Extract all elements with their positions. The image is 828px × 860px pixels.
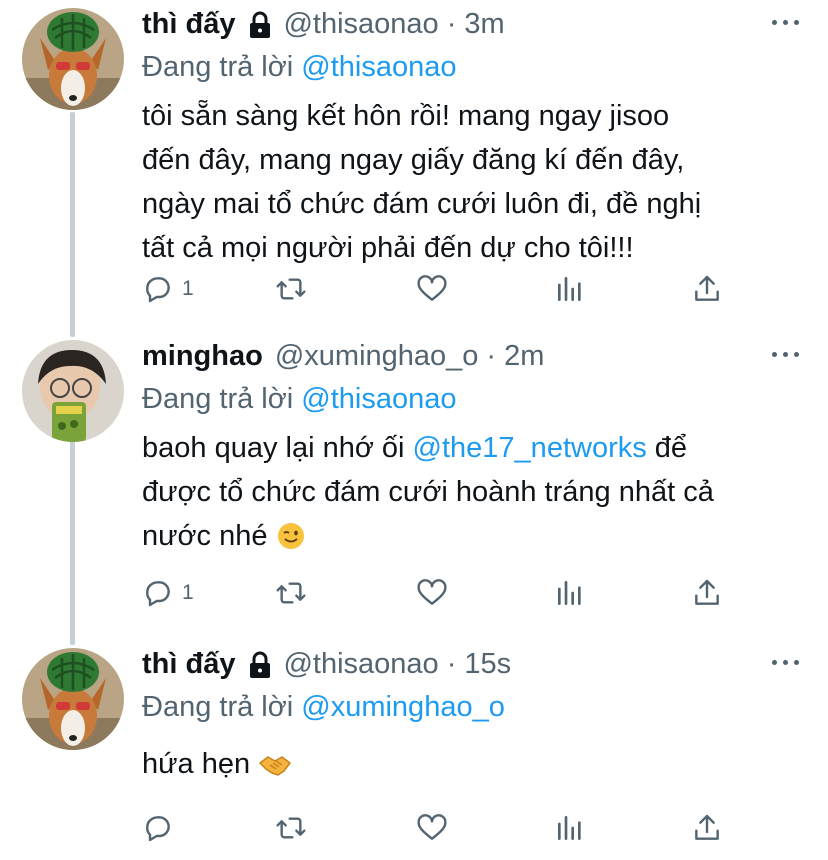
timestamp[interactable]: 3m: [464, 8, 504, 41]
reply-icon: [146, 816, 170, 842]
tweet[interactable]: thì đấy @thisaonao · 3m Đang trả lời @th…: [0, 8, 828, 318]
replying-to-label: Đang trả lời: [142, 51, 294, 83]
tweet-header: thì đấy @thisaonao · 15s: [142, 648, 511, 681]
replying-to-label: Đang trả lời: [142, 691, 294, 723]
handle[interactable]: @thisaonao: [283, 8, 438, 41]
tweet-header: thì đấy @thisaonao · 3m: [142, 8, 505, 41]
share-icon: [695, 275, 719, 301]
separator: ·: [446, 8, 457, 40]
like-button[interactable]: [416, 577, 448, 609]
retweet-button[interactable]: [275, 812, 307, 844]
retweet-icon: [276, 817, 306, 839]
replying-to-mention[interactable]: @thisaonao: [301, 51, 456, 83]
display-name[interactable]: thì đấy: [142, 648, 235, 681]
reply-count: 1: [182, 277, 194, 300]
tweet-text-line: tất cả mọi người phải đến dự cho tôi!!!: [142, 232, 634, 264]
replying-to-mention[interactable]: @thisaonao: [301, 383, 456, 415]
share-icon: [695, 579, 719, 605]
handle[interactable]: @xuminghao_o: [275, 340, 479, 373]
timestamp[interactable]: 2m: [504, 340, 544, 373]
share-icon: [695, 814, 719, 840]
tweet-text: baoh quay lại nhớ ối @the17_networks để …: [142, 426, 812, 564]
display-name[interactable]: thì đấy: [142, 8, 235, 41]
tweet-text: hứa hẹn: [142, 742, 812, 792]
handle[interactable]: @thisaonao: [283, 648, 438, 681]
replying-to-mention[interactable]: @xuminghao_o: [301, 691, 505, 723]
action-bar: 1: [142, 273, 782, 307]
retweet-button[interactable]: [275, 577, 307, 609]
replying-to: Đang trả lời @thisaonao: [142, 51, 456, 84]
avatar-corgi-image: [22, 8, 124, 110]
tweet-text-line: nước nhé: [142, 514, 812, 564]
tweet-text-line: hứa hẹn: [142, 742, 812, 792]
tweet-text-line: tôi sẵn sàng kết hôn rồi! mang ngay jiso…: [142, 100, 670, 132]
more-icon[interactable]: [772, 352, 799, 357]
lock-icon: [247, 651, 273, 679]
analytics-button[interactable]: [554, 812, 586, 844]
reply-icon: [146, 581, 170, 607]
like-icon: [417, 275, 447, 301]
analytics-button[interactable]: [554, 273, 586, 305]
wink-emoji: [276, 520, 306, 564]
reply-button[interactable]: 1: [142, 577, 194, 609]
share-button[interactable]: [691, 273, 723, 305]
avatar-person-image: [22, 340, 124, 442]
analytics-icon: [558, 581, 581, 605]
replying-to: Đang trả lời @xuminghao_o: [142, 691, 505, 724]
more-icon[interactable]: [772, 660, 799, 665]
avatar-corgi-image: [22, 648, 124, 750]
action-bar: [142, 812, 782, 846]
tweet-text-line: được tổ chức đám cưới hoành tráng nhất c…: [142, 476, 714, 508]
separator: ·: [446, 648, 457, 680]
tweet[interactable]: thì đấy @thisaonao · 15s Đang trả lời @x…: [0, 648, 828, 860]
replying-to-label: Đang trả lời: [142, 383, 294, 415]
retweet-button[interactable]: [275, 273, 307, 305]
tweet-text-segment: hứa hẹn: [142, 748, 251, 780]
analytics-icon: [558, 816, 581, 840]
mention-link[interactable]: @the17_networks: [413, 432, 647, 464]
analytics-icon: [558, 277, 581, 301]
lock-icon: [247, 11, 273, 39]
avatar[interactable]: [22, 648, 124, 750]
tweet-text-line: ngày mai tổ chức đám cưới luôn đi, đề ng…: [142, 188, 702, 220]
tweet-text-line: đến đây, mang ngay giấy đăng kí đến đây,: [142, 144, 685, 176]
display-name[interactable]: minghao: [142, 340, 263, 373]
handshake-emoji: [258, 748, 292, 792]
reply-count: 1: [182, 581, 194, 604]
reply-button[interactable]: [142, 812, 182, 844]
reply-button[interactable]: 1: [142, 273, 194, 305]
retweet-icon: [276, 582, 306, 604]
more-icon[interactable]: [772, 20, 799, 25]
analytics-button[interactable]: [554, 577, 586, 609]
tweet-text-segment: nước nhé: [142, 520, 268, 552]
like-icon: [417, 814, 447, 840]
replying-to: Đang trả lời @thisaonao: [142, 383, 456, 416]
tweet-header: minghao @xuminghao_o · 2m: [142, 340, 544, 373]
action-bar: 1: [142, 577, 782, 611]
timestamp[interactable]: 15s: [464, 648, 511, 681]
avatar[interactable]: [22, 8, 124, 110]
separator: ·: [486, 340, 497, 372]
like-button[interactable]: [416, 812, 448, 844]
like-button[interactable]: [416, 273, 448, 305]
reply-icon: [146, 277, 170, 303]
avatar[interactable]: [22, 340, 124, 442]
like-icon: [417, 579, 447, 605]
share-button[interactable]: [691, 577, 723, 609]
share-button[interactable]: [691, 812, 723, 844]
tweet[interactable]: minghao @xuminghao_o · 2m Đang trả lời @…: [0, 340, 828, 630]
tweet-text: tôi sẵn sàng kết hôn rồi! mang ngay jiso…: [142, 94, 812, 270]
tweet-text-segment: để: [646, 432, 688, 464]
tweet-text-line: baoh quay lại nhớ ối @the17_networks để: [142, 426, 812, 470]
retweet-icon: [276, 278, 306, 300]
tweet-text-segment: baoh quay lại nhớ ối: [142, 432, 413, 464]
